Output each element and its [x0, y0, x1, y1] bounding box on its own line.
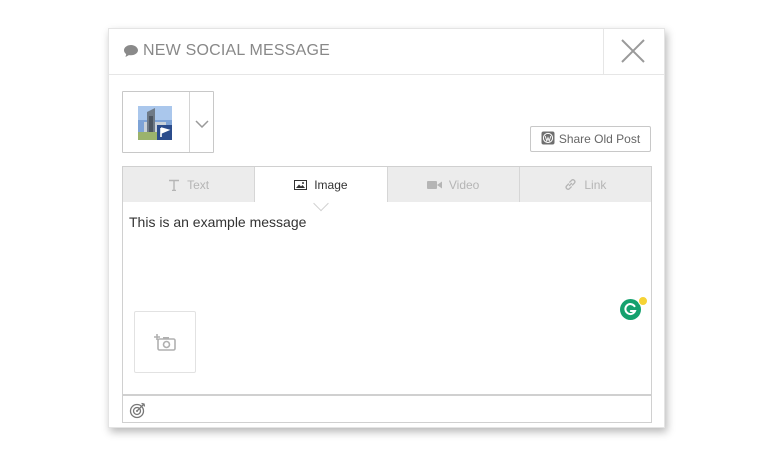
editor-footer: [122, 395, 652, 423]
message-editor[interactable]: This is an example message: [122, 202, 652, 395]
tab-image-label: Image: [314, 177, 348, 192]
chat-bubble-icon: [123, 44, 139, 58]
tab-text-label: Text: [187, 177, 210, 192]
add-photo-button[interactable]: [134, 311, 196, 373]
flag-icon: [157, 125, 172, 140]
message-text[interactable]: This is an example message: [129, 214, 306, 230]
text-icon: [168, 179, 180, 191]
close-icon[interactable]: [621, 39, 645, 63]
tab-link-label: Link: [584, 177, 607, 192]
image-icon: [294, 179, 308, 190]
content-type-tabs: Text Image Video Link: [122, 166, 652, 212]
close-button[interactable]: [603, 29, 664, 74]
tab-image[interactable]: Image: [255, 167, 388, 212]
tab-link[interactable]: Link: [519, 167, 651, 203]
tab-text[interactable]: Text: [123, 167, 256, 203]
profile-picker[interactable]: [122, 91, 214, 153]
new-social-message-dialog: NEW SOCIAL MESSAGE Share Old Post Text I…: [108, 28, 665, 428]
add-photo-icon: [154, 334, 176, 351]
tab-video[interactable]: Video: [387, 167, 520, 203]
chevron-down-icon[interactable]: [195, 116, 209, 134]
grammarly-notification-dot: [638, 296, 648, 306]
tab-video-label: Video: [448, 177, 480, 192]
video-icon: [426, 180, 442, 190]
wordpress-icon: [541, 131, 555, 148]
profile-avatar: [138, 106, 172, 140]
share-old-post-label: Share Old Post: [558, 132, 641, 146]
dialog-header: NEW SOCIAL MESSAGE: [109, 29, 664, 75]
share-old-post-button[interactable]: Share Old Post: [530, 126, 651, 152]
target-icon[interactable]: [129, 401, 147, 424]
dialog-title: NEW SOCIAL MESSAGE: [123, 40, 330, 62]
link-icon: [564, 178, 577, 191]
dialog-title-text: NEW SOCIAL MESSAGE: [143, 42, 331, 59]
picker-divider: [189, 92, 190, 152]
